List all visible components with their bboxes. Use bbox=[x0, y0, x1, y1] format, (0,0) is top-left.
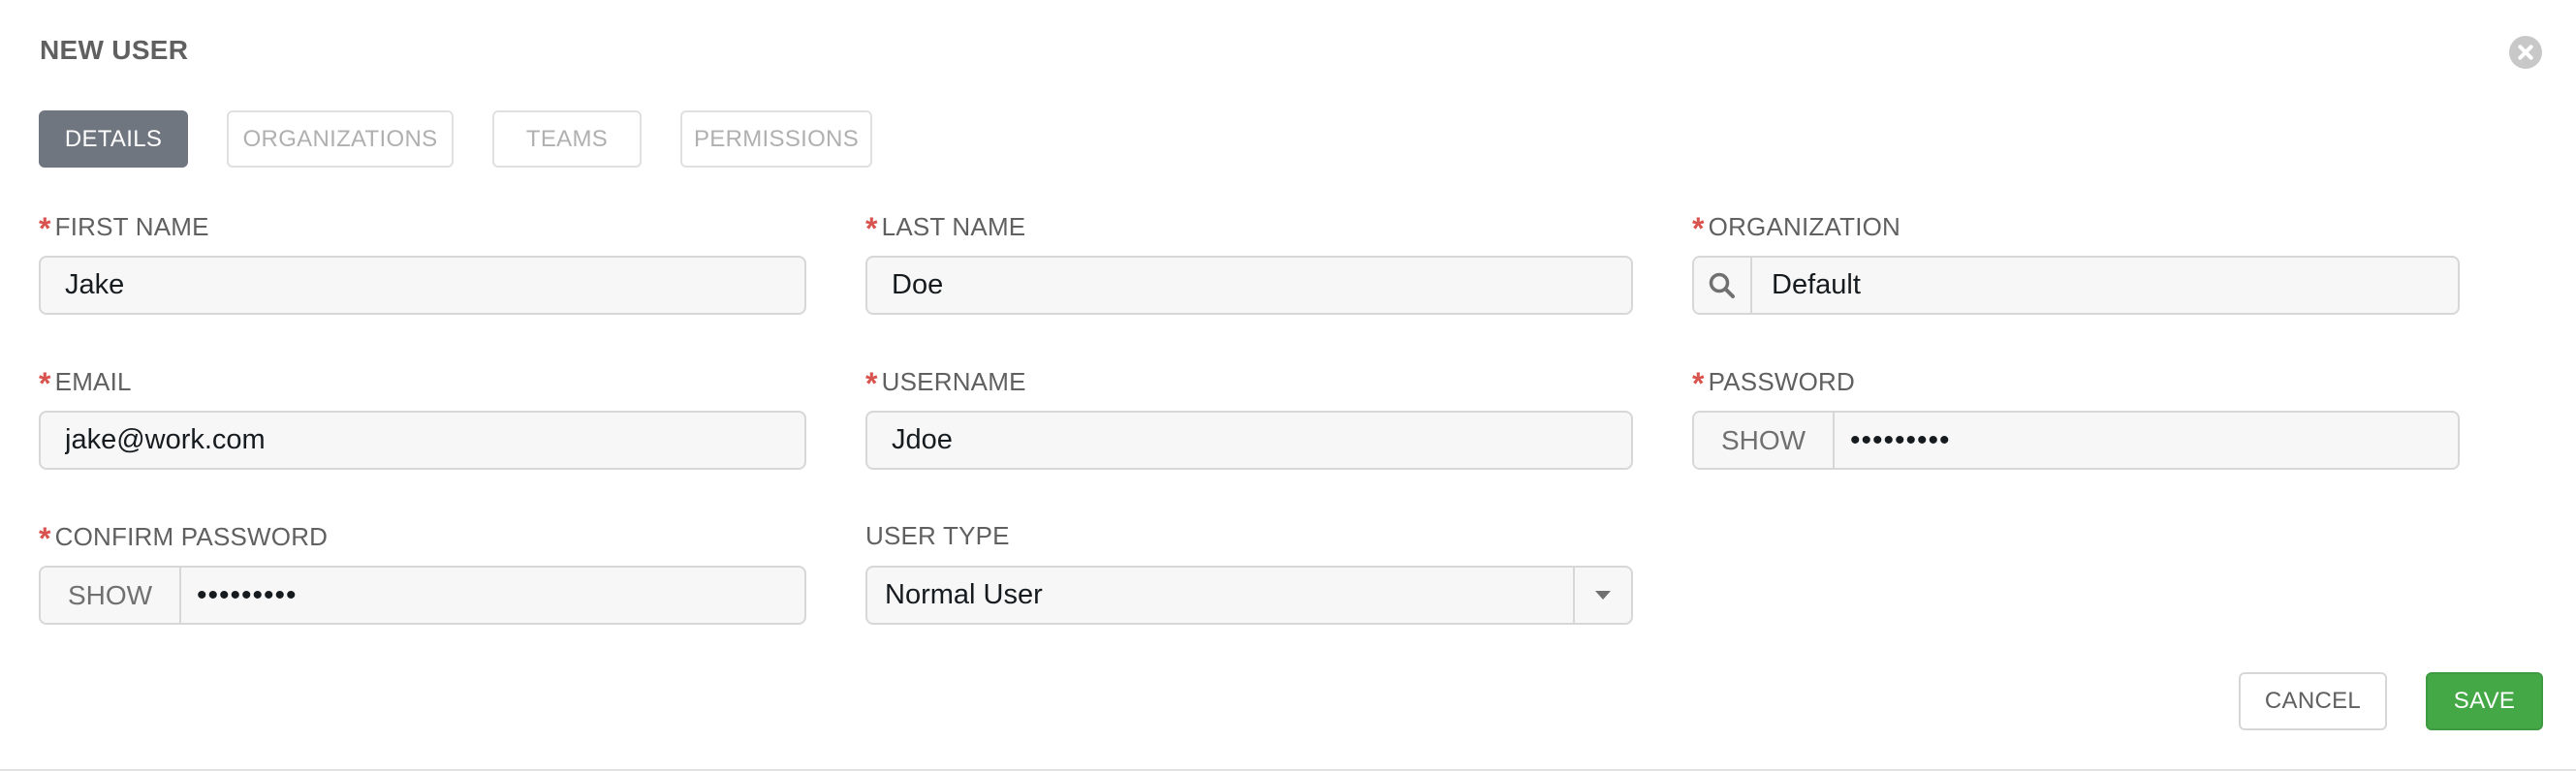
select-toggle[interactable] bbox=[1573, 568, 1631, 623]
confirm-password-label: * CONFIRM PASSWORD bbox=[39, 521, 328, 557]
tab-teams[interactable]: TEAMS bbox=[492, 110, 642, 168]
email-field[interactable] bbox=[39, 411, 806, 470]
password-input[interactable] bbox=[1835, 413, 2458, 468]
last-name-input[interactable] bbox=[867, 258, 1631, 313]
required-marker: * bbox=[865, 211, 878, 246]
required-marker: * bbox=[39, 521, 51, 556]
close-icon[interactable] bbox=[2509, 36, 2542, 69]
last-name-field[interactable] bbox=[865, 256, 1633, 315]
confirm-password-label-text: CONFIRM PASSWORD bbox=[54, 522, 329, 551]
tab-details[interactable]: DETAILS bbox=[39, 110, 188, 168]
confirm-password-show-button[interactable]: SHOW bbox=[41, 568, 181, 623]
organization-input[interactable] bbox=[1752, 258, 2458, 313]
first-name-input[interactable] bbox=[41, 258, 804, 313]
user-type-select[interactable]: Normal User bbox=[865, 566, 1633, 625]
caret-down-icon bbox=[1595, 591, 1611, 600]
required-marker: * bbox=[865, 366, 878, 401]
last-name-label-text: LAST NAME bbox=[881, 212, 1026, 241]
email-label-text: EMAIL bbox=[54, 367, 132, 396]
tab-permissions[interactable]: PERMISSIONS bbox=[680, 110, 872, 168]
required-marker: * bbox=[1692, 366, 1705, 401]
password-label-text: PASSWORD bbox=[1708, 367, 1856, 396]
organization-lookup-button[interactable] bbox=[1694, 258, 1752, 313]
required-marker: * bbox=[39, 211, 51, 246]
search-icon bbox=[1709, 272, 1735, 298]
save-button[interactable]: SAVE bbox=[2426, 672, 2543, 730]
organization-label: * ORGANIZATION bbox=[1692, 211, 1901, 247]
required-marker: * bbox=[39, 366, 51, 401]
username-field[interactable] bbox=[865, 411, 1633, 470]
last-name-label: * LAST NAME bbox=[865, 211, 1025, 247]
username-label: * USERNAME bbox=[865, 366, 1026, 402]
cancel-button[interactable]: CANCEL bbox=[2239, 672, 2387, 730]
confirm-password-input[interactable] bbox=[181, 568, 804, 623]
required-marker: * bbox=[1692, 211, 1705, 246]
tab-organizations[interactable]: ORGANIZATIONS bbox=[227, 110, 454, 168]
user-type-label: USER TYPE bbox=[865, 521, 1010, 550]
page-title: NEW USER bbox=[40, 35, 189, 65]
user-type-selected-value: Normal User bbox=[885, 579, 1043, 610]
organization-label-text: ORGANIZATION bbox=[1708, 212, 1901, 241]
first-name-label-text: FIRST NAME bbox=[54, 212, 209, 241]
email-label: * EMAIL bbox=[39, 366, 132, 402]
new-user-panel: NEW USER DETAILS ORGANIZATIONS TEAMS PER… bbox=[0, 0, 2576, 771]
first-name-label: * FIRST NAME bbox=[39, 211, 209, 247]
email-input[interactable] bbox=[41, 413, 804, 468]
password-field[interactable]: SHOW bbox=[1692, 411, 2460, 470]
confirm-password-field[interactable]: SHOW bbox=[39, 566, 806, 625]
organization-field[interactable] bbox=[1692, 256, 2460, 315]
username-label-text: USERNAME bbox=[881, 367, 1026, 396]
first-name-field[interactable] bbox=[39, 256, 806, 315]
username-input[interactable] bbox=[867, 413, 1631, 468]
password-label: * PASSWORD bbox=[1692, 366, 1855, 402]
password-show-button[interactable]: SHOW bbox=[1694, 413, 1835, 468]
